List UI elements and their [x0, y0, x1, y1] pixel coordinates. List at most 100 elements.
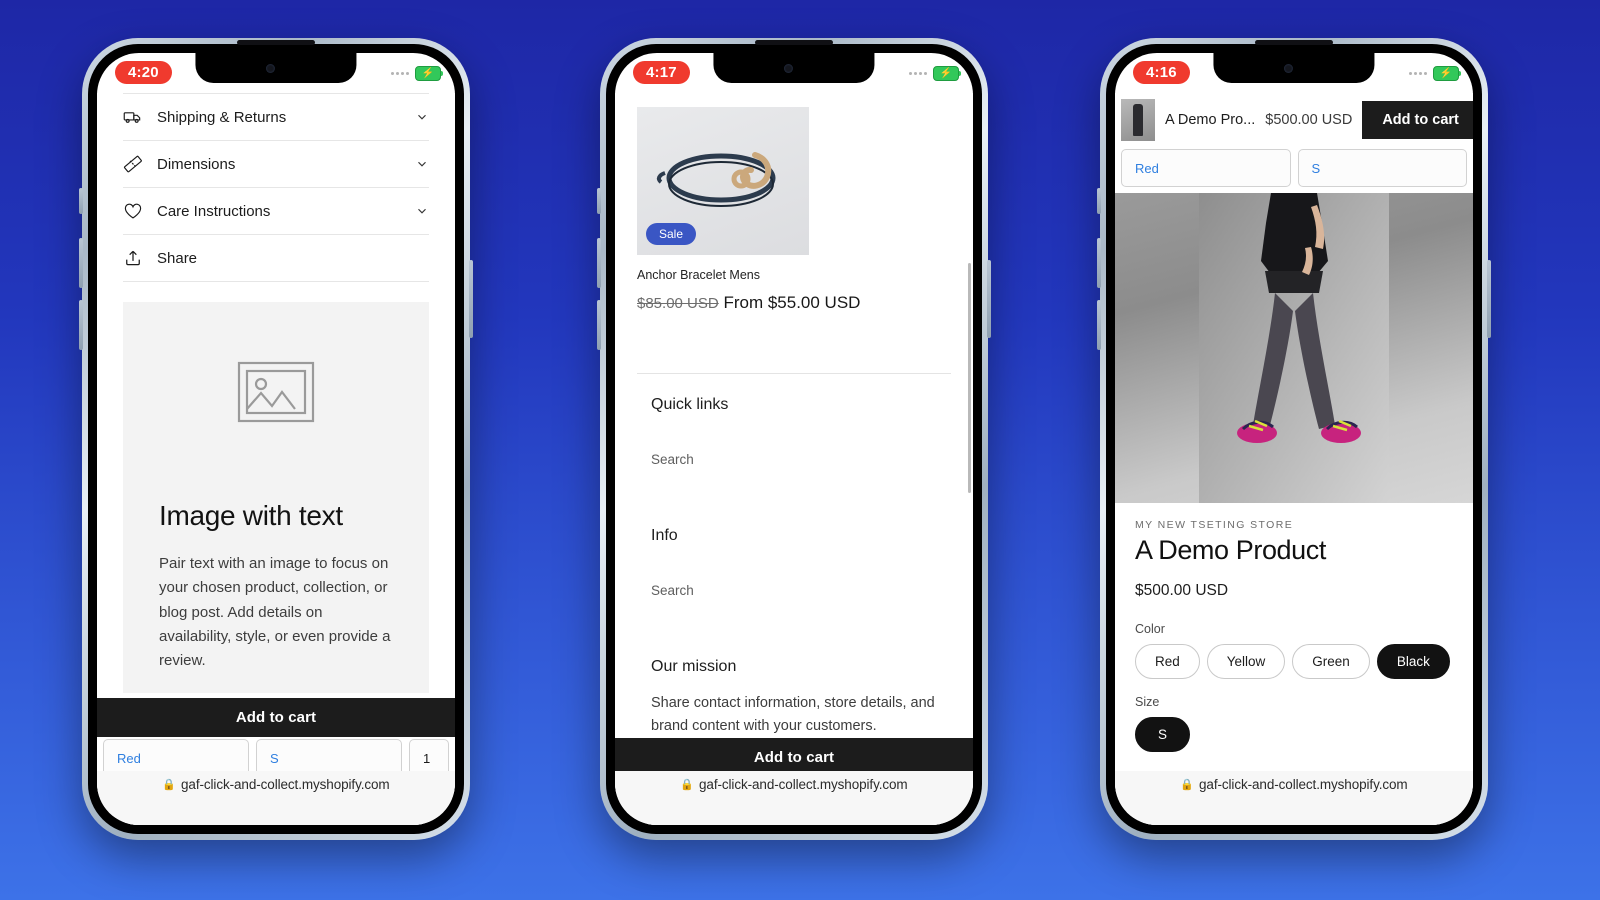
image-placeholder [123, 302, 429, 482]
lock-icon: 🔒 [1180, 779, 1195, 791]
battery-charging-icon: ⚡ [1433, 66, 1461, 81]
product-accordion-list: Shipping & Returns Dimensions Care Instr… [97, 93, 455, 282]
chevron-down-icon [418, 208, 426, 214]
mute-switch[interactable] [79, 188, 83, 214]
color-option-red[interactable]: Red [1135, 644, 1200, 679]
phone-1-status-bar: 4:20 ⚡ [97, 53, 455, 93]
footer-mission-body: Share contact information, store details… [651, 694, 935, 735]
product-vendor: MY NEW TSETING STORE [1135, 519, 1294, 531]
footer-heading-our-mission: Our mission [651, 657, 737, 675]
phone-3-bezel: 4:16 ⚡ A Demo Pro... $500.00 USD Add to … [1106, 40, 1482, 834]
browser-url-bar[interactable]: 🔒 gaf-click-and-collect.myshopify.com [97, 771, 455, 825]
volume-up-button[interactable] [1097, 238, 1101, 288]
accordion-label: Shipping & Returns [157, 108, 287, 126]
browser-url-bar[interactable]: 🔒 gaf-click-and-collect.myshopify.com [1115, 771, 1473, 825]
phone-1-webview: Shipping & Returns Dimensions Care Instr… [97, 93, 455, 825]
phone-3-status-bar: 4:16 ⚡ [1115, 53, 1473, 93]
product-title: A Demo Product [1135, 535, 1326, 565]
size-option-s[interactable]: S [1135, 717, 1191, 752]
product-hero-image[interactable] [1115, 193, 1473, 503]
accordion-dimensions[interactable]: Dimensions [123, 140, 429, 187]
signal-dots-icon [1409, 72, 1427, 75]
url-text-wrap: 🔒 gaf-click-and-collect.myshopify.com [1180, 777, 1407, 792]
product-card[interactable]: Sale Anchor Bracelet Mens $85.00 USD Fro… [615, 93, 973, 374]
sticky-add-to-cart-button[interactable]: Add to cart [97, 698, 455, 737]
volume-up-button[interactable] [79, 238, 83, 288]
share-button[interactable]: Share [123, 234, 429, 282]
site-footer: Quick links Search Info Search Our missi… [615, 374, 973, 796]
footer-link-search-2[interactable]: Search [651, 583, 937, 598]
share-label: Share [157, 249, 198, 267]
chevron-down-icon [418, 161, 426, 167]
status-indicators: ⚡ [909, 66, 961, 81]
status-clock: 4:20 [115, 61, 172, 84]
product-price: $85.00 USD From $55.00 USD [637, 291, 951, 315]
accordion-care-instructions[interactable]: Care Instructions [123, 187, 429, 234]
color-select[interactable]: Red [1121, 149, 1291, 187]
status-indicators: ⚡ [391, 66, 443, 81]
image-placeholder-icon [237, 361, 315, 423]
color-option-list: Red Yellow Green Black [1135, 644, 1453, 679]
accordion-label: Care Instructions [157, 202, 271, 220]
power-button[interactable] [1487, 260, 1491, 338]
section-body: Pair text with an image to focus on your… [159, 555, 391, 670]
image-with-text-section: Image with text Pair text with an image … [123, 302, 429, 694]
status-clock: 4:16 [1133, 61, 1190, 84]
bolt-glyph: ⚡ [1439, 67, 1453, 79]
phone-1-bezel: 4:20 ⚡ Shipping & Returns Dimensions Car… [88, 40, 464, 834]
phone-3-screen: 4:16 ⚡ A Demo Pro... $500.00 USD Add to … [1115, 53, 1473, 825]
phone-2-webview: Sale Anchor Bracelet Mens $85.00 USD Fro… [615, 93, 973, 825]
url-text: gaf-click-and-collect.myshopify.com [1199, 777, 1408, 792]
current-price: From $55.00 USD [723, 293, 861, 312]
anchor-bracelet-image [656, 152, 776, 207]
phone-1-screen: 4:20 ⚡ Shipping & Returns Dimensions Car… [97, 53, 455, 825]
size-select[interactable]: S [1297, 149, 1467, 187]
url-text: gaf-click-and-collect.myshopify.com [699, 777, 908, 792]
page-scrollbar[interactable] [968, 263, 971, 493]
heart-icon [124, 203, 142, 219]
bolt-glyph: ⚡ [421, 67, 435, 79]
product-info: MY NEW TSETING STORE A Demo Product $500… [1115, 503, 1473, 752]
product-image[interactable]: Sale [637, 107, 809, 255]
accordion-shipping-returns[interactable]: Shipping & Returns [123, 93, 429, 140]
phone-1: 4:20 ⚡ Shipping & Returns Dimensions Car… [79, 38, 473, 840]
phone-2-status-bar: 4:17 ⚡ [615, 53, 973, 93]
accordion-label: Dimensions [157, 155, 236, 173]
image-with-text-body: Image with text Pair text with an image … [123, 482, 429, 693]
product-title[interactable]: Anchor Bracelet Mens [637, 268, 951, 282]
chevron-down-icon [418, 114, 426, 120]
volume-down-button[interactable] [597, 300, 601, 350]
status-indicators: ⚡ [1409, 66, 1461, 81]
color-option-green[interactable]: Green [1292, 644, 1370, 679]
phone-2-screen: 4:17 ⚡ Sale Anchor Bracelet Mens $85.00 … [615, 53, 973, 825]
lock-icon: 🔒 [680, 779, 695, 791]
phone-3: 4:16 ⚡ A Demo Pro... $500.00 USD Add to … [1097, 38, 1491, 840]
power-button[interactable] [987, 260, 991, 338]
phone-2: 4:17 ⚡ Sale Anchor Bracelet Mens $85.00 … [597, 38, 991, 840]
screenshot-stage: 4:20 ⚡ Shipping & Returns Dimensions Car… [0, 0, 1600, 900]
sticky-product-price: $500.00 USD [1265, 112, 1353, 128]
compare-at-price: $85.00 USD [637, 295, 719, 312]
signal-dots-icon [391, 72, 409, 75]
ruler-icon [123, 155, 142, 173]
browser-url-bar[interactable]: 🔒 gaf-click-and-collect.myshopify.com [615, 771, 973, 825]
sticky-add-to-cart-button[interactable]: Add to cart [1362, 101, 1473, 139]
footer-link-search-1[interactable]: Search [651, 452, 937, 467]
mute-switch[interactable] [597, 188, 601, 214]
volume-down-button[interactable] [79, 300, 83, 350]
lock-icon: 🔒 [162, 779, 177, 791]
battery-charging-icon: ⚡ [933, 66, 961, 81]
earpiece-speaker [237, 40, 315, 45]
color-option-yellow[interactable]: Yellow [1206, 644, 1286, 679]
share-icon [126, 250, 140, 266]
power-button[interactable] [469, 260, 473, 338]
volume-down-button[interactable] [1097, 300, 1101, 350]
size-option-label: Size [1135, 695, 1160, 709]
color-option-black[interactable]: Black [1376, 644, 1450, 679]
product-thumbnail[interactable] [1121, 99, 1155, 141]
sticky-product-bar: A Demo Pro... $500.00 USD Add to cart [1115, 93, 1473, 147]
mute-switch[interactable] [1097, 188, 1101, 214]
thumbnail-figure [1133, 104, 1143, 136]
signal-dots-icon [909, 72, 927, 75]
volume-up-button[interactable] [597, 238, 601, 288]
